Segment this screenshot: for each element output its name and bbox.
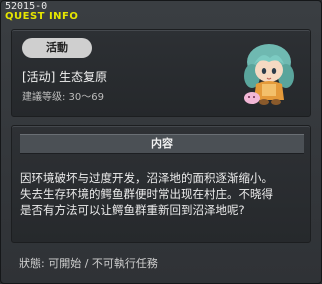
window-title: QUEST INFO bbox=[5, 11, 79, 22]
category-badge: 活動 bbox=[22, 38, 92, 58]
description-header: 内容 bbox=[20, 134, 304, 154]
quest-header-panel: 活動 [活动] 生态复原 建議等级: 30～69 bbox=[11, 29, 311, 117]
quest-status: 狀態: 可開始 / 不可執行任務 bbox=[19, 257, 158, 270]
description-text: 因环境破坏与过度开发，沼泽地的面积逐渐缩小。 失去生存环境的鳄鱼群便时常出现在村… bbox=[20, 170, 306, 218]
description-line-2: 失去生存环境的鳄鱼群便时常出现在村庄。不晓得 bbox=[20, 187, 273, 201]
npc-portrait-icon bbox=[244, 44, 294, 105]
quest-info-window: 52015-0 QUEST INFO 活動 [活动] 生态复原 建議等级: 30… bbox=[0, 0, 322, 284]
description-line-3: 是否有方法可以让鳄鱼群重新回到沼泽地呢? bbox=[20, 203, 245, 217]
quest-level-range: 建議等级: 30～69 bbox=[22, 92, 104, 103]
description-line-1: 因环境破坏与过度开发，沼泽地的面积逐渐缩小。 bbox=[20, 171, 273, 185]
quest-description-panel: 内容 因环境破坏与过度开发，沼泽地的面积逐渐缩小。 失去生存环境的鳄鱼群便时常出… bbox=[11, 125, 311, 243]
quest-title: [活动] 生态复原 bbox=[22, 70, 108, 84]
